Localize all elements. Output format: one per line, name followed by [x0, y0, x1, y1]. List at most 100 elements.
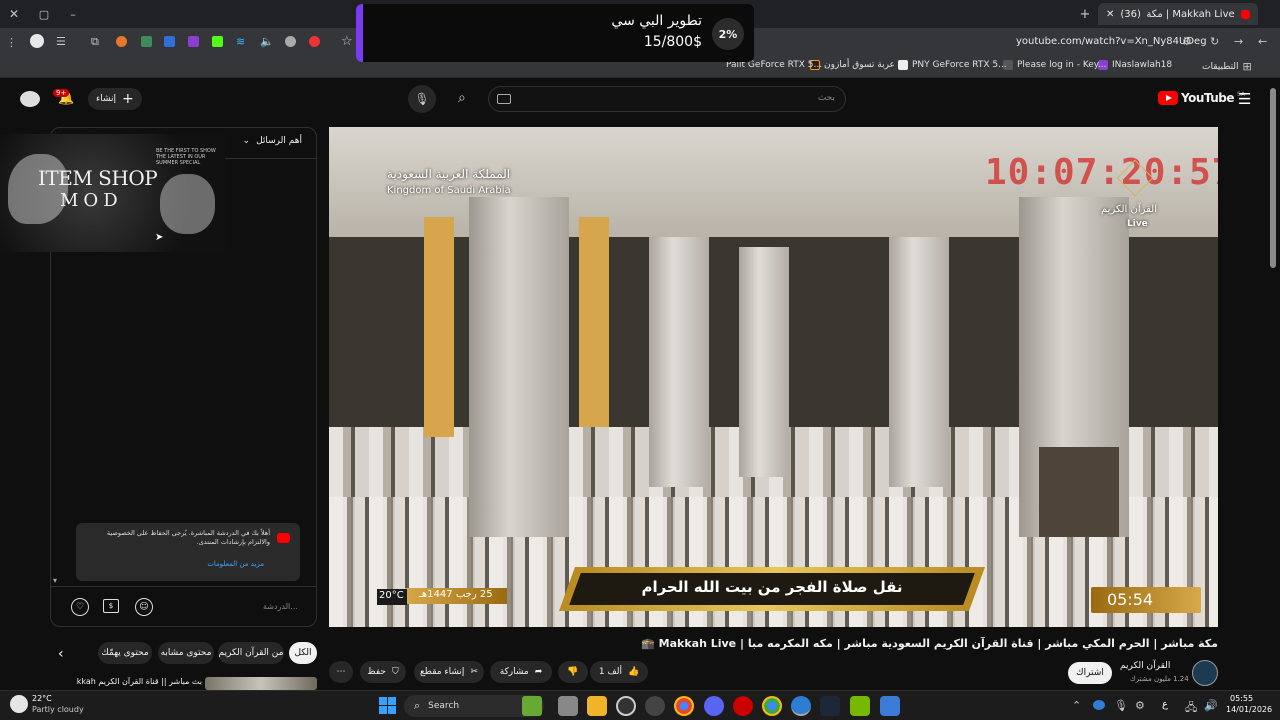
- voice-search-button[interactable]: 🎙: [408, 85, 436, 113]
- bookmark-naslawlah[interactable]: INaslawlah18: [1098, 60, 1172, 70]
- extension-wave-icon[interactable]: ≋: [236, 35, 245, 48]
- chip-for-you[interactable]: محتوى يهمّك: [98, 642, 152, 664]
- scroll-down-icon[interactable]: ▾: [53, 576, 57, 585]
- url-text[interactable]: youtube.com/watch?v=Xn_Ny84UDeg: [1016, 36, 1207, 47]
- bookmark-label: التطبيقات: [1202, 61, 1239, 72]
- hamburger-menu-icon[interactable]: ☰: [1238, 90, 1251, 108]
- keyboard-icon[interactable]: [497, 94, 511, 104]
- bookmark-star-icon[interactable]: ☆: [341, 34, 353, 49]
- speaker-icon[interactable]: 🔈: [260, 35, 274, 48]
- subscribe-button[interactable]: اشتراك: [1068, 662, 1112, 684]
- extension-grey-icon[interactable]: [285, 36, 296, 47]
- clock-date[interactable]: 14/01/2026: [1226, 705, 1272, 714]
- back-icon[interactable]: ←: [1258, 35, 1267, 48]
- gold-pillar: [424, 217, 454, 437]
- more-actions-button[interactable]: ⋯: [329, 661, 353, 683]
- onedrive-icon[interactable]: [1093, 700, 1105, 710]
- maximize-window-icon[interactable]: ▢: [37, 7, 51, 21]
- youtube-logo[interactable]: YouTube SA: [1158, 91, 1245, 105]
- marble-pillar: [739, 247, 789, 477]
- bookmark-pny[interactable]: PNY GeForce RTX 5...: [898, 60, 1007, 70]
- page-scrollbar[interactable]: [1270, 88, 1276, 268]
- extension-green-icon[interactable]: [141, 36, 152, 47]
- copilot-icon[interactable]: [522, 696, 542, 716]
- profile-avatar[interactable]: [30, 34, 44, 48]
- reload-icon[interactable]: ↻: [1210, 35, 1219, 48]
- super-chat-icon[interactable]: $: [103, 599, 119, 613]
- like-button[interactable]: 1 ألف 👍: [590, 661, 648, 683]
- chat-input[interactable]: الدردشة...: [163, 598, 303, 618]
- active-browser-icon[interactable]: [791, 696, 811, 716]
- channel-name[interactable]: القرآن الكريم: [1120, 661, 1170, 671]
- create-button[interactable]: إنشاء +: [88, 88, 142, 110]
- chips-prev-icon[interactable]: ‹: [58, 646, 64, 662]
- recommendation-thumbnail[interactable]: [205, 677, 317, 690]
- notice-text: أهلاً بك في الدردشة المباشرة. يُرجى الحف…: [106, 529, 270, 546]
- chrome-icon[interactable]: [674, 696, 694, 716]
- notice-learn-more-link[interactable]: مزيد من المعلومات: [207, 560, 264, 568]
- dislike-button[interactable]: 👎: [558, 661, 588, 683]
- windows-start-icon[interactable]: [379, 697, 396, 714]
- minimize-window-icon[interactable]: –: [66, 7, 80, 21]
- scissors-icon: ✂: [470, 667, 478, 677]
- chip-all[interactable]: الكل: [289, 642, 317, 664]
- bookmark-keys[interactable]: Please log in - Key...: [1003, 60, 1106, 70]
- bookmark-amazon[interactable]: عربة تسوق أمازون: [810, 60, 895, 70]
- nvidia-icon[interactable]: [850, 696, 870, 716]
- weather-icon[interactable]: [10, 695, 28, 713]
- steam-icon[interactable]: [820, 696, 840, 716]
- recommendation-title[interactable]: بث مباشر || قناة القرآن الكريم Makkah: [76, 677, 202, 686]
- chip-from-quran[interactable]: من القرآن الكريم: [218, 642, 284, 664]
- tab-makkah-live[interactable]: Makkah Live | مكة مبا... (36) ✕: [1098, 3, 1258, 25]
- file-explorer-icon[interactable]: [587, 696, 607, 716]
- extension-twitch-icon[interactable]: [188, 36, 199, 47]
- search-icon[interactable]: ⌕: [458, 90, 466, 106]
- network-icon[interactable]: 🖧: [1185, 699, 1197, 718]
- gold-pillar: [579, 217, 609, 427]
- extension-list-icon[interactable]: ☰: [56, 35, 66, 48]
- discord-icon[interactable]: [704, 696, 724, 716]
- apps-grid-icon: ⊞: [1242, 60, 1252, 73]
- emoji-icon[interactable]: ☺: [135, 598, 153, 616]
- blue-app-icon[interactable]: [880, 696, 900, 716]
- local-time: 05:54: [1107, 590, 1154, 609]
- red-app-icon[interactable]: [733, 696, 753, 716]
- extension-kick-icon[interactable]: [212, 36, 223, 47]
- tab-close-icon[interactable]: ✕: [1106, 9, 1114, 20]
- top-chat-selector[interactable]: أهم الرسائل ⌄: [243, 136, 302, 146]
- input-language[interactable]: ع: [1162, 699, 1168, 710]
- heart-icon[interactable]: ♡: [71, 598, 89, 616]
- settings-gear-icon[interactable]: [645, 696, 665, 716]
- tray-app-icon[interactable]: ⚙: [1135, 699, 1145, 712]
- task-view-icon[interactable]: [558, 696, 578, 716]
- chip-similar[interactable]: محتوى مشابه: [158, 642, 214, 664]
- forward-icon[interactable]: →: [1234, 35, 1243, 48]
- save-button[interactable]: حفظ ⛉: [360, 661, 406, 683]
- account-avatar[interactable]: [20, 91, 40, 107]
- volume-icon[interactable]: 🔊: [1204, 699, 1218, 712]
- extensions-puzzle-icon[interactable]: ⧉: [91, 35, 99, 49]
- close-window-icon[interactable]: ✕: [7, 7, 21, 21]
- tray-chevron-up-icon[interactable]: ⌃: [1072, 699, 1081, 712]
- clip-button[interactable]: إنشاء مقطع ✂: [414, 661, 484, 683]
- new-tab-icon[interactable]: +: [1078, 7, 1092, 22]
- youtube-favicon-icon: [1240, 9, 1250, 19]
- tray-mic-icon[interactable]: 🎙: [1114, 699, 1128, 712]
- extension-orange-icon[interactable]: [116, 36, 127, 47]
- clock-time[interactable]: 05:55: [1230, 694, 1253, 703]
- chip-label: الكل: [294, 648, 312, 658]
- app-circle-icon[interactable]: [616, 696, 636, 716]
- menu-dots-icon[interactable]: ⋮: [6, 36, 17, 49]
- video-player[interactable]: المملكة العربية السعودية Kingdom of Saud…: [329, 127, 1218, 627]
- site-settings-icon[interactable]: ⚙: [1182, 35, 1192, 48]
- search-input[interactable]: بحث: [488, 86, 846, 112]
- extension-blue-icon[interactable]: [164, 36, 175, 47]
- tab-title: Makkah Live | مكة مبا...: [1146, 8, 1235, 20]
- quran-channel-name: القرآن الكريم: [1101, 204, 1158, 215]
- extension-red-icon[interactable]: [309, 36, 320, 47]
- marble-pillar: [649, 237, 709, 487]
- channel-avatar[interactable]: [1192, 660, 1218, 686]
- share-button[interactable]: مشاركة ➦: [490, 661, 552, 683]
- chrome-profile-icon[interactable]: [762, 696, 782, 716]
- bookmark-apps[interactable]: التطبيقات ⊞: [1202, 60, 1252, 73]
